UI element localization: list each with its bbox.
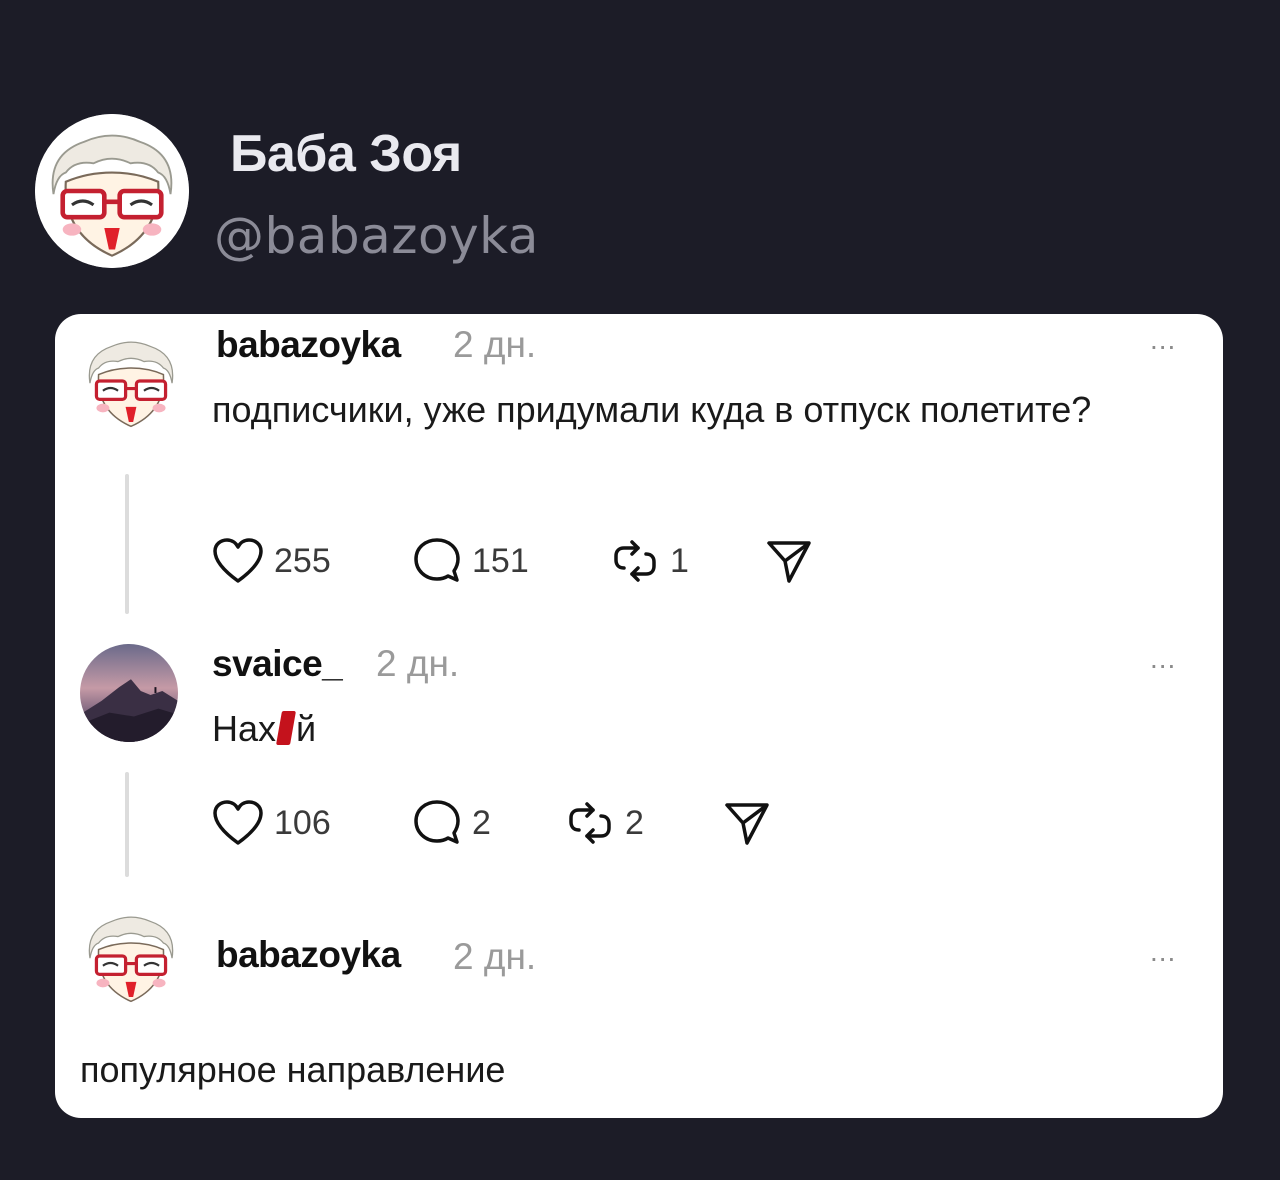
like-count: 255 — [274, 541, 331, 580]
comment-button[interactable]: 151 — [412, 536, 529, 586]
share-button[interactable] — [723, 798, 771, 848]
comment-icon — [414, 800, 460, 844]
profile-handle: @babazoyka — [214, 207, 539, 265]
repost-button[interactable]: 2 — [565, 798, 644, 848]
post-avatar[interactable] — [77, 327, 185, 435]
repost-count: 2 — [625, 803, 644, 842]
post-text: подписчики, уже придумали куда в отпуск … — [212, 389, 1092, 430]
post-time: 2 дн. — [376, 643, 460, 684]
censor-mark — [276, 711, 297, 745]
reply-text-end: й — [296, 708, 317, 749]
comment-count: 151 — [472, 541, 529, 580]
comment-count: 2 — [472, 803, 491, 842]
post-time: 2 дн. — [453, 936, 537, 977]
post-username[interactable]: babazoyka — [216, 934, 401, 976]
caption-text: популярное направление — [80, 1049, 506, 1090]
repost-button[interactable]: 1 — [610, 536, 689, 586]
more-options-button[interactable]: ... — [1150, 643, 1176, 675]
repost-icon — [614, 540, 656, 582]
profile-name: Баба Зоя — [230, 125, 462, 183]
post-username[interactable]: babazoyka — [216, 324, 401, 366]
post-avatar[interactable] — [77, 902, 185, 1010]
share-button[interactable] — [765, 536, 813, 586]
thread-card: babazoyka 2 дн. ... подписчики, уже прид… — [55, 314, 1223, 1118]
like-button[interactable]: 106 — [212, 798, 331, 848]
repost-count: 1 — [670, 541, 689, 580]
send-icon — [767, 541, 811, 583]
like-button[interactable]: 255 — [212, 536, 331, 586]
profile-avatar[interactable] — [35, 114, 189, 268]
repost-icon — [569, 802, 611, 844]
comment-button[interactable]: 2 — [412, 798, 491, 848]
comment-icon — [414, 538, 460, 582]
thread-line — [125, 772, 129, 877]
more-options-button[interactable]: ... — [1150, 936, 1176, 968]
reply-text: Нах й — [212, 708, 316, 750]
like-count: 106 — [274, 803, 331, 842]
reply-text-start: Нах — [212, 708, 277, 749]
post-username[interactable]: svaice_ — [212, 643, 343, 685]
send-icon — [725, 803, 769, 845]
more-options-button[interactable]: ... — [1150, 324, 1176, 356]
post-time: 2 дн. — [453, 324, 537, 365]
thread-line — [125, 474, 129, 614]
heart-icon — [213, 800, 263, 845]
heart-icon — [213, 538, 263, 583]
post-avatar[interactable] — [80, 644, 178, 742]
